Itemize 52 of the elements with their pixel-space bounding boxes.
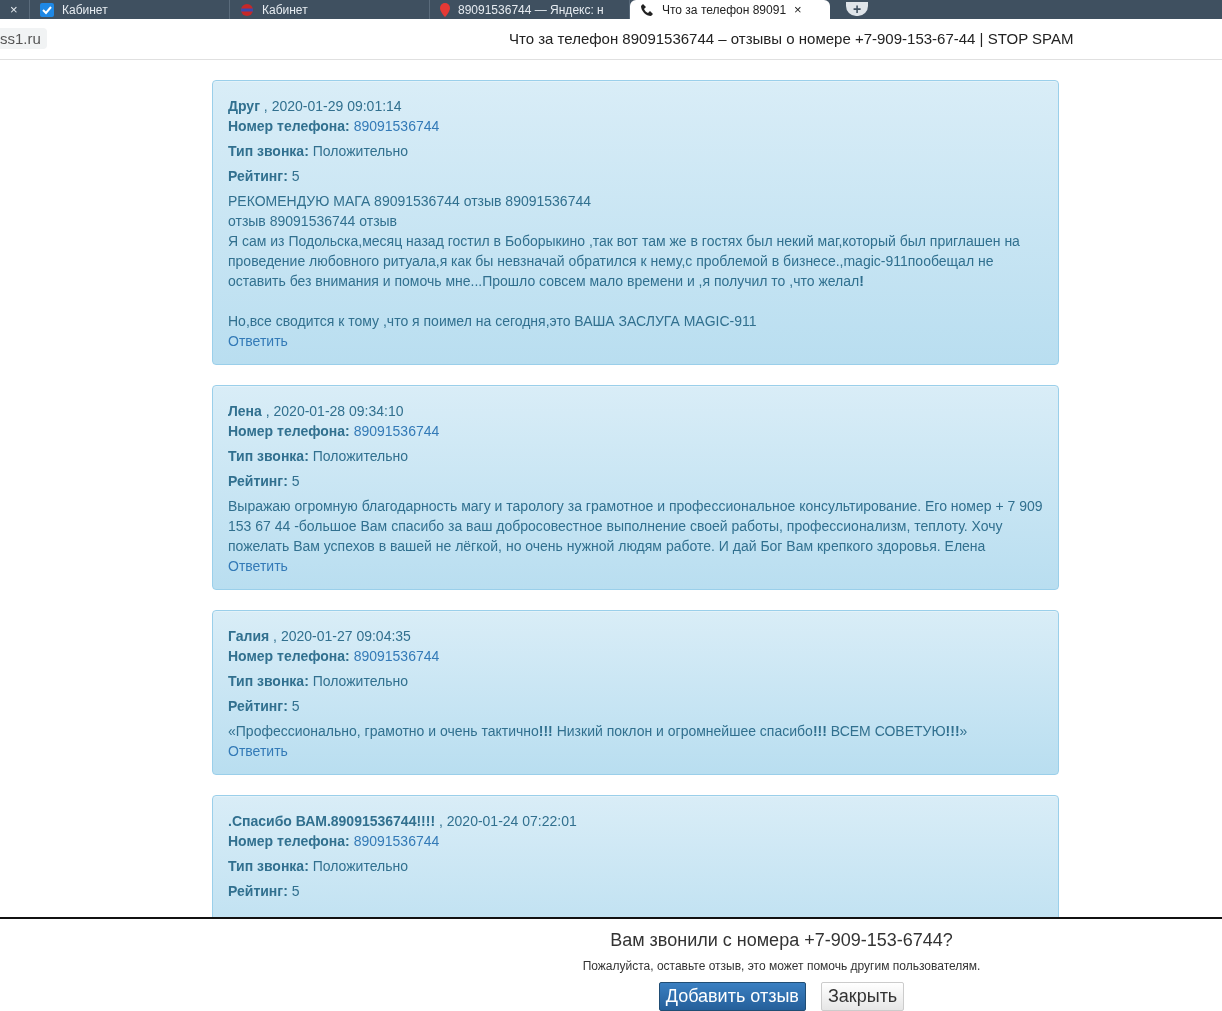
browser-tab[interactable]: Кабинет xyxy=(30,0,230,19)
author-name: .Спасибо ВАМ.89091536744!!!! xyxy=(228,813,436,829)
call-type-label: Тип звонка: xyxy=(228,143,309,159)
popup-hint: Пожалуйста, оставьте отзыв, это может помочь другим пользователям. xyxy=(582,959,981,973)
author-name: Галия xyxy=(228,628,270,644)
review-text: РЕКОМЕНДУЮ МАГА 89091536744 отзыв 89091536744 отзыв 89091536744 отзыв Я сам из Подольска,месяц назад гостил в Боборыкино ,так вот там же в гостях был некий маг,который был приглашен на проведение любовного ритуала,я как бы невзначай обратился к нему,с проблемой в бизнесе.,magic-911пообещал не оставить без внимания и помочь мне...Прошло совсем мало времени и ,я получил то ,что желал! Но,все сводится к тому ,что я поимел на сегодня,это ВАША ЗАСЛУГА MAGIC-911 xyxy=(228,192,1021,331)
phone-number: 89091536744 xyxy=(353,423,440,439)
phone-number: 89091536744 xyxy=(353,833,440,849)
review-date: , 2020-01-29 09:01:14 xyxy=(263,98,402,114)
review-date: , 2020-01-28 09:34:10 xyxy=(265,403,404,419)
rating-value: 5 xyxy=(291,473,300,489)
call-type: Положительно xyxy=(312,858,408,874)
page-title: Что за телефон 89091536744 – отзывы о номере +7-909-153-67-44 | STOP SPAM xyxy=(509,30,1074,47)
phone-icon xyxy=(640,2,654,17)
call-type-label: Тип звонка: xyxy=(228,448,309,464)
close-button[interactable]: Закрыть xyxy=(820,982,905,1011)
review-date: , 2020-01-27 09:04:35 xyxy=(273,628,411,644)
call-type-label: Тип звонка: xyxy=(228,673,309,689)
close-icon[interactable]: × xyxy=(794,2,802,17)
rating-value: 5 xyxy=(291,883,300,899)
rating-label: Рейтинг: xyxy=(228,883,288,899)
new-tab-button[interactable]: + xyxy=(846,2,868,16)
author-name: Друг xyxy=(228,98,260,114)
checkmark-icon xyxy=(40,2,54,17)
rating-value: 5 xyxy=(291,698,300,714)
phone-number: 89091536744 xyxy=(353,648,440,664)
phone-label: Номер телефона: xyxy=(228,833,350,849)
pin-icon xyxy=(440,2,450,17)
author-name: Лена xyxy=(228,403,262,419)
call-type: Положительно xyxy=(312,143,408,159)
browser-tab[interactable]: Кабинет xyxy=(230,0,430,19)
rating-label: Рейтинг: xyxy=(228,698,288,714)
phone-label: Номер телефона: xyxy=(228,648,350,664)
review-text: Выражаю огромную благодарность магу и тарологу за грамотное и профессиональное консультирование. Его номер + 7 909 153 67 44 -большое Вам спасибо за ваш добросовестное выполнение своей работы, профессионализм, теплоту. Хочу пожелать Вам успехов в вашей не лёгкой, но очень нужной людям работе. И дай Бог Вам крепкого здоровья. Елена xyxy=(228,497,1043,556)
rating-value: 5 xyxy=(291,168,300,184)
call-type: Положительно xyxy=(312,448,408,464)
browser-tab[interactable]: 89091536744 — Яндекс: н xyxy=(430,0,630,19)
review-text: «Профессионально, грамотно и очень тактично!!! Низкий поклон и огромнейшее спасибо!!! ВСЕМ СОВЕТУЮ!!!» xyxy=(228,722,969,741)
phone-label: Номер телефона: xyxy=(228,118,350,134)
browser-tab[interactable]: Что за телефон 89091 × xyxy=(630,0,830,19)
close-icon[interactable]: × xyxy=(10,2,18,17)
popup-question: Вам звонили с номера +7-909-153-6744? xyxy=(610,930,953,951)
call-type-label: Тип звонка: xyxy=(228,858,309,874)
review-date: , 2020-01-24 07:22:01 xyxy=(439,813,577,829)
site-chip[interactable]: ss1.ru xyxy=(0,27,47,49)
rating-label: Рейтинг: xyxy=(228,473,288,489)
phone-number: 89091536744 xyxy=(353,118,440,134)
call-type: Положительно xyxy=(312,673,408,689)
rating-label: Рейтинг: xyxy=(228,168,288,184)
browser-tab[interactable]: × xyxy=(0,0,30,19)
phone-label: Номер телефона: xyxy=(228,423,350,439)
add-review-button[interactable]: Добавить отзыв xyxy=(658,982,806,1011)
